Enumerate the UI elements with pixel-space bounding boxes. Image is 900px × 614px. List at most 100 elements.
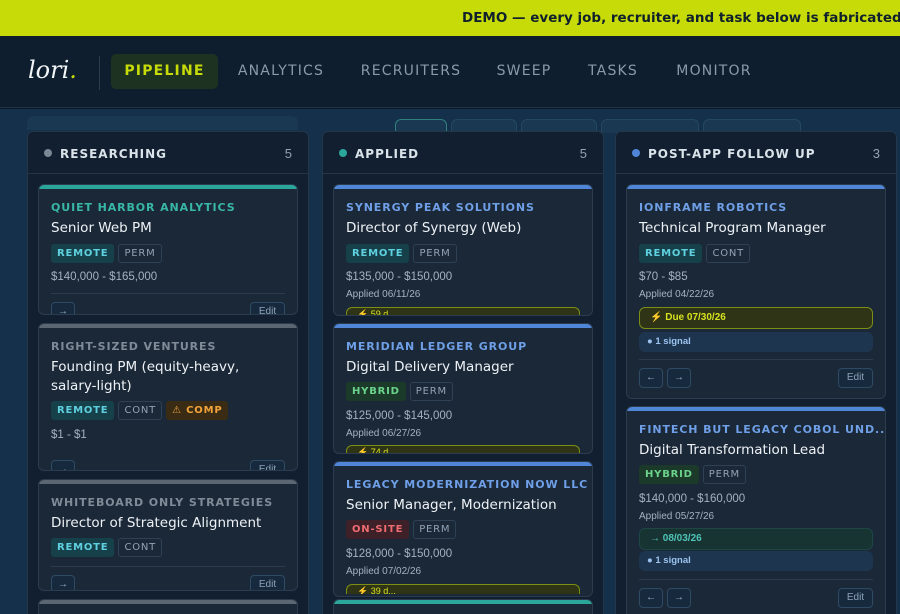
tag-remote: REMOTE (639, 244, 703, 263)
move-forward-button[interactable]: → (51, 302, 75, 314)
company-name: QUIET HARBOR ANALYTICS (51, 201, 236, 214)
tab-sweep[interactable]: SWEEP (486, 54, 562, 89)
job-card[interactable] (38, 599, 298, 614)
top-nav: lori. PIPELINE ANALYTICS RECRUITERS SWEE… (0, 36, 900, 108)
move-forward-button[interactable]: → (51, 575, 75, 590)
salary-range: $125,000 - $145,000 (346, 410, 453, 422)
tab-tasks[interactable]: TASKS (578, 54, 648, 89)
job-card[interactable]: QUIET HARBOR ANALYTICS Senior Web PM REM… (38, 184, 298, 315)
job-card[interactable]: FINTECH BUT LEGACY COBOL UND... Digital … (626, 406, 886, 614)
edit-button[interactable]: Edit (838, 588, 873, 608)
tag-cont: CONT (118, 401, 163, 420)
salary-range: $70 - $85 (639, 271, 688, 283)
tag-cont: CONT (706, 244, 751, 263)
edit-button[interactable]: Edit (250, 302, 285, 314)
salary-range: $128,000 - $150,000 (346, 548, 453, 560)
card-stripe (39, 324, 297, 328)
tag-remote: REMOTE (51, 401, 115, 420)
card-stripe (334, 600, 592, 604)
company-name: FINTECH BUT LEGACY COBOL UND... (639, 423, 886, 436)
move-forward-button[interactable]: → (667, 368, 691, 388)
company-name: RIGHT-SIZED VENTURES (51, 340, 217, 353)
tab-pipeline[interactable]: PIPELINE (111, 54, 218, 89)
due-badge: ⚡ 39 d... (346, 584, 580, 594)
signal-badge[interactable]: ● 1 signal (639, 332, 873, 352)
salary-range: $140,000 - $165,000 (51, 271, 158, 283)
job-card[interactable]: LEGACY MODERNIZATION NOW LLC Senior Mana… (333, 461, 593, 597)
move-forward-button[interactable]: → (51, 460, 75, 470)
salary-range: $140,000 - $160,000 (639, 493, 746, 505)
tag-perm: PERM (409, 382, 453, 401)
nav-divider (99, 56, 100, 90)
tab-recruiters[interactable]: RECRUITERS (352, 54, 470, 89)
card-stripe (39, 480, 297, 484)
status-dot (339, 149, 347, 157)
company-name: WHITEBOARD ONLY STRATEGIES (51, 496, 274, 509)
tag-hybrid: HYBRID (639, 465, 699, 484)
company-name: LEGACY MODERNIZATION NOW LLC (346, 478, 589, 491)
move-back-button[interactable]: ← (639, 368, 663, 388)
card-stripe (334, 324, 592, 328)
card-stripe (39, 185, 297, 189)
card-stripe (627, 407, 885, 411)
job-card[interactable]: IONFRAME ROBOTICS Technical Program Mana… (626, 184, 886, 399)
column-count: 3 (872, 146, 880, 161)
tag-remote: REMOTE (346, 244, 410, 263)
company-name: MERIDIAN LEDGER GROUP (346, 340, 528, 353)
column-header: POST-APP FOLLOW UP 3 (616, 132, 896, 174)
column-header: APPLIED 5 (323, 132, 603, 174)
tag-cont: CONT (118, 538, 163, 557)
move-forward-button[interactable]: → (667, 588, 691, 608)
salary-range: $135,000 - $150,000 (346, 271, 453, 283)
follow-up-date-badge[interactable]: → 08/03/26 (639, 528, 873, 550)
status-dot (632, 149, 640, 157)
pipeline-board: RESEARCHING 5 QUIET HARBOR ANALYTICS Sen… (0, 109, 900, 614)
tab-analytics[interactable]: ANALYTICS (226, 54, 336, 89)
card-divider (639, 579, 873, 580)
app-logo[interactable]: lori. (28, 56, 77, 84)
edit-button[interactable]: Edit (250, 575, 285, 590)
tag-comp-warning: ⚠ COMP (166, 401, 229, 420)
job-card[interactable]: RIGHT-SIZED VENTURES Founding PM (equity… (38, 323, 298, 471)
card-stripe (334, 185, 592, 189)
column-count: 5 (579, 146, 587, 161)
job-title: Founding PM (equity-heavy, salary-light) (51, 359, 240, 394)
applied-date: Applied 06/27/26 (346, 428, 422, 439)
column-post-app-follow-up: POST-APP FOLLOW UP 3 IONFRAME ROBOTICS T… (615, 131, 897, 614)
job-card[interactable]: MERIDIAN LEDGER GROUP Digital Delivery M… (333, 323, 593, 454)
job-title: Digital Transformation Lead (639, 442, 826, 458)
card-stripe (627, 185, 885, 189)
tag-remote: REMOTE (51, 538, 115, 557)
tab-monitor[interactable]: MONITOR (664, 54, 764, 89)
column-researching: RESEARCHING 5 QUIET HARBOR ANALYTICS Sen… (27, 131, 309, 614)
column-count: 5 (284, 146, 292, 161)
job-title: Senior Web PM (51, 220, 152, 236)
column-title: APPLIED (355, 147, 420, 161)
job-title: Senior Manager, Modernization (346, 497, 557, 513)
move-back-button[interactable]: ← (639, 588, 663, 608)
card-stripe (39, 600, 297, 604)
due-badge: ⚡ 59 d... (346, 307, 580, 315)
due-date-badge[interactable]: ⚡ Due 07/30/26 (639, 307, 873, 329)
column-header: RESEARCHING 5 (28, 132, 308, 174)
tag-onsite: ON-SITE (346, 520, 410, 539)
applied-date: Applied 04/22/26 (639, 289, 715, 300)
column-title: RESEARCHING (60, 147, 168, 161)
job-card[interactable] (333, 599, 593, 614)
job-card[interactable]: SYNERGY PEAK SOLUTIONS Director of Syner… (333, 184, 593, 316)
job-title: Technical Program Manager (639, 220, 826, 236)
job-title: Director of Synergy (Web) (346, 220, 522, 236)
job-card[interactable]: WHITEBOARD ONLY STRATEGIES Director of S… (38, 479, 298, 591)
job-title: Digital Delivery Manager (346, 359, 514, 375)
tag-perm: PERM (413, 244, 457, 263)
job-title: Director of Strategic Alignment (51, 515, 262, 531)
demo-banner-text: DEMO — every job, recruiter, and task be… (462, 10, 900, 26)
edit-button[interactable]: Edit (838, 368, 873, 388)
signal-badge[interactable]: ● 1 signal (639, 551, 873, 571)
filter-bar (27, 116, 298, 130)
card-divider (639, 359, 873, 360)
edit-button[interactable]: Edit (250, 460, 285, 470)
due-badge: ⚡ 74 d... (346, 445, 580, 453)
tag-remote: REMOTE (51, 244, 115, 263)
card-divider (51, 293, 285, 294)
